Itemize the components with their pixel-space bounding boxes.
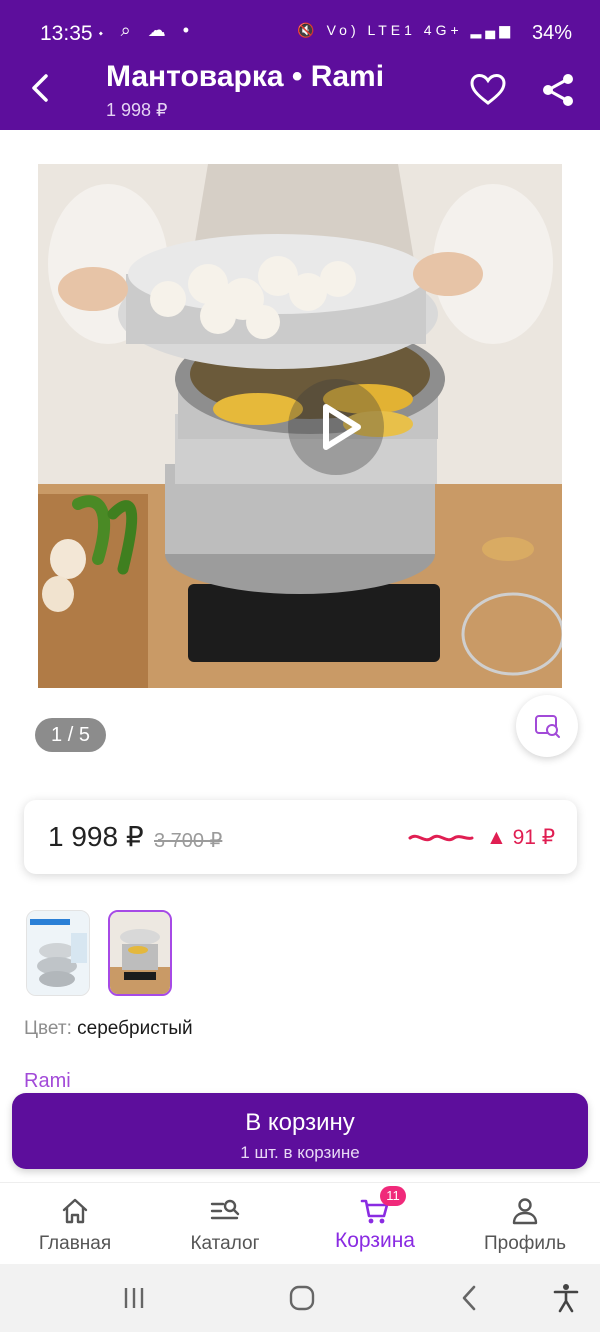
home-button-icon[interactable] — [286, 1282, 318, 1314]
brand-link[interactable]: Rami — [24, 1070, 71, 1093]
home-icon — [62, 1198, 88, 1224]
app-header: Мантоварка • Rami 1 998 ₽ — [0, 48, 600, 130]
color-attribute: Цвет: серебристый — [24, 1018, 193, 1040]
add-to-cart-label: В корзину — [245, 1109, 355, 1136]
cart-count-badge: 11 — [380, 1186, 406, 1206]
variant-thumbnail-selected[interactable] — [108, 910, 172, 996]
battery-level: 34% — [531, 22, 572, 44]
old-price: 3 700 ₽ — [154, 830, 223, 852]
nav-label-home: Главная — [38, 1233, 112, 1254]
back-arrow-icon[interactable] — [22, 68, 62, 108]
color-label: Цвет: — [24, 1018, 72, 1039]
header-price: 1 998 ₽ — [106, 100, 168, 120]
status-left-icons: 𝆺 ⌕ ☁ • — [98, 20, 196, 40]
color-value: серебристый — [77, 1018, 193, 1039]
share-icon[interactable] — [538, 70, 578, 110]
heart-icon[interactable] — [468, 70, 508, 110]
page-title: Мантоварка • Rami — [106, 60, 385, 93]
accessibility-icon[interactable] — [550, 1282, 582, 1314]
nav-item-cart[interactable]: 11 Корзина — [300, 1183, 450, 1265]
add-to-cart-button[interactable]: В корзину 1 шт. в корзине — [12, 1093, 588, 1169]
nav-label-catalog: Каталог — [190, 1233, 260, 1254]
nav-item-home[interactable]: Главная — [0, 1183, 150, 1265]
play-icon[interactable] — [288, 379, 384, 475]
image-search-icon[interactable] — [516, 695, 578, 757]
catalog-search-icon — [210, 1199, 240, 1220]
status-network-icons: 🔇 Vo) LTE1 4G+ ▂▄▆ — [297, 22, 514, 38]
price-change: ▲ 91 ₽ — [486, 826, 556, 849]
nav-label-profile: Профиль — [483, 1233, 567, 1254]
recent-apps-icon[interactable] — [118, 1282, 150, 1314]
product-photo[interactable] — [38, 164, 562, 688]
price-card[interactable]: 1 998 ₽ 3 700 ₽ ▲ 91 ₽ — [24, 800, 577, 874]
nav-item-profile[interactable]: Профиль — [450, 1183, 600, 1265]
current-price: 1 998 ₽ — [48, 821, 144, 852]
nav-item-catalog[interactable]: Каталог — [150, 1183, 300, 1265]
gallery-page-indicator: 1 / 5 — [35, 718, 106, 752]
bottom-navigation: Главная Каталог 11 Корзина Профиль — [0, 1182, 600, 1264]
status-time: 13:35 — [40, 22, 93, 45]
system-back-icon[interactable] — [454, 1282, 486, 1314]
price-trend-sparkline — [408, 834, 474, 842]
variant-thumbnail[interactable] — [26, 910, 90, 996]
status-bar: 13:35 𝆺 ⌕ ☁ • 🔇 Vo) LTE1 4G+ ▂▄▆ 34% — [0, 0, 600, 48]
in-cart-count: 1 шт. в корзине — [240, 1143, 360, 1162]
nav-label-cart: Корзина — [335, 1229, 415, 1252]
system-navigation-bar — [0, 1264, 600, 1332]
profile-icon — [512, 1198, 538, 1225]
